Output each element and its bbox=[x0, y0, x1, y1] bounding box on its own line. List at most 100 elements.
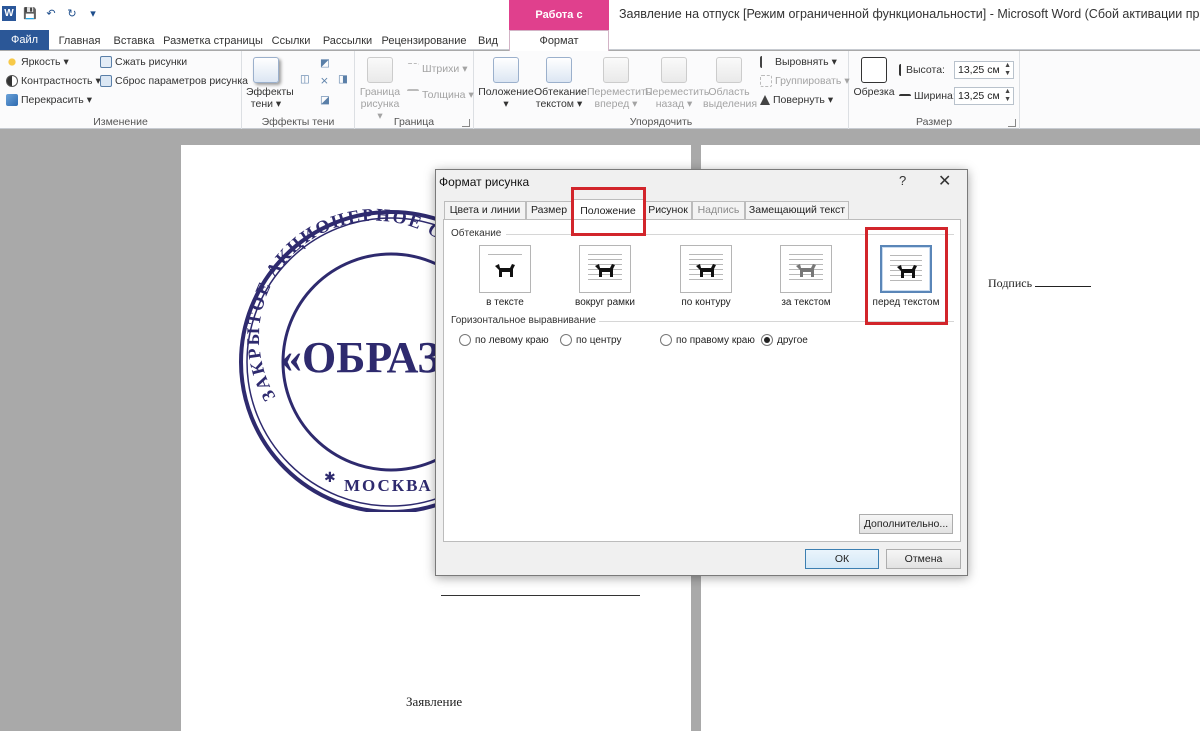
weight-button[interactable]: Толщина ▾ bbox=[407, 89, 474, 101]
spinner-arrows-icon[interactable]: ▲ ▼ bbox=[1004, 88, 1011, 104]
tab-textbox[interactable]: Надпись bbox=[692, 201, 745, 220]
width-label: Ширина: bbox=[899, 90, 956, 102]
align-center-radio[interactable]: по центру bbox=[560, 334, 621, 346]
chevron-down-icon: ▾ bbox=[632, 98, 638, 110]
shadow-effects-icon bbox=[253, 57, 279, 83]
recolor-button[interactable]: Перекрасить ▾ bbox=[6, 94, 92, 106]
group-icon bbox=[760, 75, 772, 87]
tab-mailings[interactable]: Рассылки bbox=[320, 32, 375, 50]
ok-button[interactable]: ОК bbox=[805, 549, 879, 569]
compress-pictures-button[interactable]: Сжать рисунки bbox=[100, 56, 187, 68]
tab-format[interactable]: Формат bbox=[509, 30, 609, 51]
tab-picture[interactable]: Рисунок bbox=[644, 201, 692, 220]
selection-pane-button[interactable]: Область выделения bbox=[703, 57, 757, 110]
wrap-inline-option[interactable]: в тексте bbox=[455, 245, 555, 308]
tab-home[interactable]: Главная bbox=[52, 32, 107, 50]
weight-icon bbox=[407, 89, 419, 101]
rotate-button[interactable]: Повернуть ▾ bbox=[760, 94, 833, 106]
tab-insert[interactable]: Вставка bbox=[110, 32, 158, 50]
radio-circle[interactable] bbox=[560, 334, 572, 346]
shadow-effects-button[interactable]: Эффекты тени ▾ bbox=[246, 57, 294, 110]
wrap-behind-icon bbox=[780, 245, 832, 293]
pencil-icon bbox=[367, 57, 393, 83]
chevron-down-icon: ▾ bbox=[831, 56, 837, 68]
align-button[interactable]: Выровнять ▾ bbox=[760, 56, 837, 68]
tab-size[interactable]: Размер bbox=[526, 201, 572, 220]
wrap-inline-icon bbox=[479, 245, 531, 293]
shadow-toggle-button[interactable]: ⨯ bbox=[320, 75, 329, 87]
cancel-button[interactable]: Отмена bbox=[886, 549, 961, 569]
width-spinner[interactable]: 13,25 см ▲ ▼ bbox=[954, 87, 1014, 105]
bring-forward-button[interactable]: Переместить вперед ▾ bbox=[587, 57, 651, 110]
send-backward-icon bbox=[661, 57, 687, 83]
group-shadow-effects: Эффекты тени ▾ ◫ ◩ ⨯ ◪ ◨ Эффекты тени bbox=[242, 51, 355, 129]
customize-qat-icon[interactable]: ▾ bbox=[86, 7, 100, 21]
chevron-down-icon: ▾ bbox=[86, 94, 93, 106]
width-icon bbox=[899, 94, 911, 98]
tab-references[interactable]: Ссылки bbox=[268, 32, 314, 50]
align-other-radio[interactable]: другое bbox=[761, 334, 808, 346]
redo-icon[interactable]: ↻ bbox=[65, 7, 79, 21]
help-icon[interactable]: ? bbox=[899, 173, 906, 188]
align-icon bbox=[760, 56, 772, 68]
tab-colors-lines[interactable]: Цвета и линии bbox=[444, 201, 526, 220]
tab-file[interactable]: Файл bbox=[0, 30, 49, 50]
wrap-behind-option[interactable]: за текстом bbox=[756, 245, 856, 308]
tab-page-layout[interactable]: Разметка страницы bbox=[163, 32, 263, 50]
tab-alt-text[interactable]: Замещающий текст bbox=[745, 201, 849, 220]
close-icon[interactable]: ✕ bbox=[938, 171, 951, 191]
nudge-down-icon: ◪ bbox=[320, 94, 330, 106]
brightness-button[interactable]: Яркость ▾ bbox=[6, 56, 69, 68]
wrap-text-button[interactable]: Обтекание текстом ▾ bbox=[534, 57, 587, 110]
nudge-shadow-down-button[interactable]: ◪ bbox=[320, 94, 330, 106]
quick-access-toolbar: W 💾 ↶ ↻ ▾ bbox=[2, 6, 100, 21]
chevron-down-icon: ▾ bbox=[468, 89, 474, 101]
save-icon[interactable]: 💾 bbox=[23, 7, 37, 21]
advanced-button[interactable]: Дополнительно... bbox=[859, 514, 953, 534]
radio-circle[interactable] bbox=[660, 334, 672, 346]
contrast-icon bbox=[6, 75, 18, 87]
height-spinner[interactable]: 13,25 см ▲ ▼ bbox=[954, 61, 1014, 79]
crop-button[interactable]: Обрезка bbox=[852, 57, 896, 98]
radio-circle[interactable] bbox=[459, 334, 471, 346]
in-front-of-text-highlight bbox=[865, 227, 948, 325]
crop-icon bbox=[861, 57, 887, 83]
wrap-tight-icon bbox=[680, 245, 732, 293]
tab-review[interactable]: Рецензирование bbox=[381, 32, 467, 50]
wrap-square-icon bbox=[579, 245, 631, 293]
rotate-icon bbox=[760, 95, 770, 105]
radio-circle-selected[interactable] bbox=[761, 334, 773, 346]
sun-icon bbox=[6, 56, 18, 68]
signature-line: Подпись bbox=[988, 276, 1092, 291]
chevron-down-icon: ▾ bbox=[503, 98, 509, 110]
nudge-shadow-left-button[interactable]: ◫ bbox=[300, 73, 310, 85]
dashes-button[interactable]: Штрихи ▾ bbox=[407, 63, 468, 75]
spinner-arrows-icon[interactable]: ▲ ▼ bbox=[1004, 62, 1011, 78]
wrapping-label: Обтекание bbox=[451, 228, 502, 239]
tab-view[interactable]: Вид bbox=[472, 32, 504, 50]
wrap-tight-option[interactable]: по контуру bbox=[656, 245, 756, 308]
picture-border-button[interactable]: Граница рисунка ▾ bbox=[359, 57, 401, 122]
align-right-radio[interactable]: по правому краю bbox=[660, 334, 755, 346]
reset-picture-icon bbox=[100, 75, 112, 87]
nudge-left-icon: ◫ bbox=[300, 73, 310, 85]
window-title: Заявление на отпуск [Режим ограниченной … bbox=[619, 7, 1200, 21]
nudge-shadow-up-button[interactable]: ◩ bbox=[320, 57, 330, 69]
word-logo-icon[interactable]: W bbox=[2, 6, 16, 21]
ribbon: Яркость ▾ Контрастность ▾ Перекрасить ▾ Сжа… bbox=[0, 51, 1200, 129]
position-icon bbox=[493, 57, 519, 83]
wrap-square-option[interactable]: вокруг рамки bbox=[555, 245, 655, 308]
send-backward-button[interactable]: Переместить назад ▾ bbox=[645, 57, 709, 110]
compress-icon bbox=[100, 56, 112, 68]
chevron-down-icon: ▾ bbox=[576, 98, 583, 110]
nudge-shadow-right-button[interactable]: ◨ bbox=[338, 73, 348, 85]
align-left-radio[interactable]: по левому краю bbox=[459, 334, 549, 346]
dog-icon bbox=[696, 264, 716, 277]
group-button[interactable]: Группировать ▾ bbox=[760, 75, 850, 87]
reset-picture-button[interactable]: Сброс параметров рисунка bbox=[100, 75, 248, 87]
group-label-border: Граница bbox=[393, 116, 435, 128]
contrast-button[interactable]: Контрастность ▾ bbox=[6, 75, 101, 87]
position-button[interactable]: Положение ▾ bbox=[478, 57, 534, 110]
undo-icon[interactable]: ↶ bbox=[44, 7, 58, 21]
dashes-icon bbox=[407, 63, 419, 75]
